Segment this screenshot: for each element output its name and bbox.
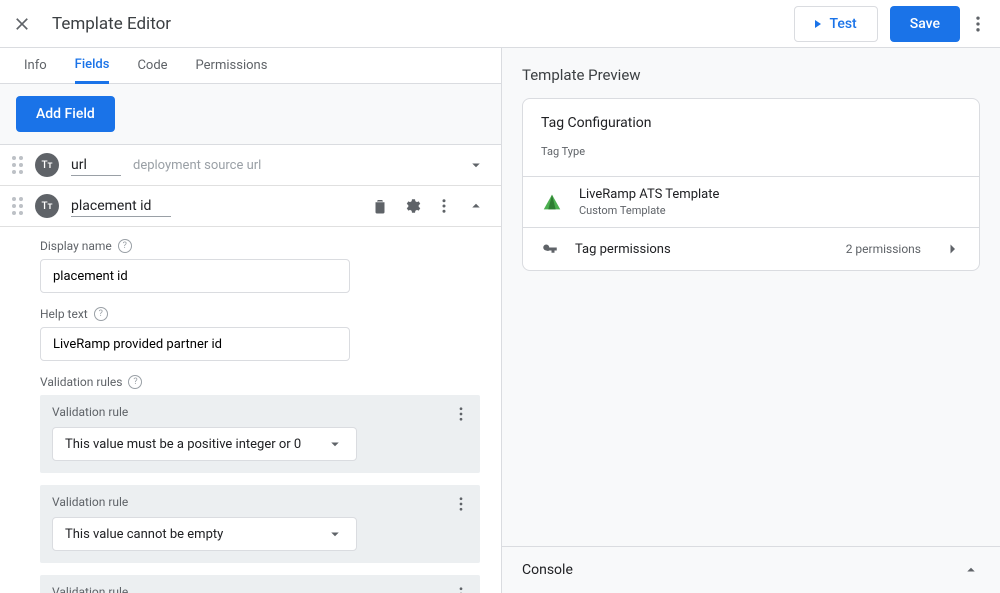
chevron-right-icon [943, 240, 961, 258]
rule-label: Validation rule [52, 585, 468, 593]
permissions-label: Tag permissions [575, 242, 671, 257]
help-icon[interactable]: ? [94, 307, 108, 321]
save-button[interactable]: Save [890, 6, 960, 42]
more-icon[interactable] [452, 405, 470, 423]
help-icon[interactable]: ? [128, 375, 142, 389]
permissions-row[interactable]: Tag permissions 2 permissions [523, 228, 979, 270]
rule-select[interactable]: This value cannot be empty [52, 517, 357, 551]
field-name[interactable]: url [71, 155, 121, 176]
liveramp-logo-icon [541, 191, 563, 213]
template-name: LiveRamp ATS Template [579, 187, 719, 202]
tabs: Info Fields Code Permissions [0, 48, 501, 84]
validation-rule: Validation rule This value cannot be emp… [40, 575, 480, 593]
permissions-count: 2 permissions [846, 242, 921, 256]
tag-config-card: Tag Configuration Tag Type LiveRamp ATS … [522, 98, 980, 271]
template-sub: Custom Template [579, 204, 719, 217]
validation-rule: Validation rule This value cannot be emp… [40, 485, 480, 563]
help-text-input[interactable] [40, 327, 350, 361]
display-name-input[interactable] [40, 259, 350, 293]
config-title: Tag Configuration [541, 115, 961, 131]
rule-select[interactable]: This value must be a positive integer or… [52, 427, 357, 461]
console-bar[interactable]: Console [502, 546, 1000, 593]
template-row[interactable]: LiveRamp ATS Template Custom Template [523, 176, 979, 228]
field-row[interactable]: Tт url deployment source url [0, 145, 501, 186]
tab-code[interactable]: Code [137, 48, 167, 84]
rule-label: Validation rule [52, 405, 468, 419]
close-icon[interactable] [12, 14, 32, 34]
tab-fields[interactable]: Fields [75, 48, 110, 84]
field-hint: deployment source url [133, 158, 261, 173]
more-icon[interactable] [435, 197, 453, 215]
rule-label: Validation rule [52, 495, 468, 509]
type-icon: Tт [35, 153, 59, 177]
drag-handle-icon[interactable] [12, 197, 23, 215]
validation-rules-label: Validation rules? [40, 375, 485, 389]
tab-permissions[interactable]: Permissions [196, 48, 268, 84]
gear-icon[interactable] [403, 197, 421, 215]
delete-icon[interactable] [371, 197, 389, 215]
tab-info[interactable]: Info [24, 48, 47, 84]
chevron-down-icon [326, 435, 344, 453]
more-icon[interactable] [452, 495, 470, 513]
key-icon [541, 240, 559, 258]
chevron-up-icon[interactable] [467, 197, 485, 215]
tag-type-label: Tag Type [541, 145, 961, 158]
chevron-up-icon[interactable] [962, 561, 980, 579]
add-field-button[interactable]: Add Field [16, 96, 115, 132]
help-icon[interactable]: ? [118, 239, 132, 253]
display-name-label: Display name? [40, 239, 485, 253]
help-text-label: Help text? [40, 307, 485, 321]
preview-title: Template Preview [502, 48, 1000, 98]
more-icon[interactable] [452, 585, 470, 593]
type-icon: Tт [35, 194, 59, 218]
play-icon [815, 20, 821, 28]
field-name[interactable]: placement id [71, 196, 171, 217]
chevron-down-icon[interactable] [467, 156, 485, 174]
drag-handle-icon[interactable] [12, 156, 23, 174]
validation-rule: Validation rule This value must be a pos… [40, 395, 480, 473]
more-icon[interactable] [968, 14, 988, 34]
page-title: Template Editor [52, 14, 171, 34]
chevron-down-icon [326, 525, 344, 543]
field-row[interactable]: Tт placement id [0, 186, 501, 227]
test-button[interactable]: Test [794, 6, 877, 42]
